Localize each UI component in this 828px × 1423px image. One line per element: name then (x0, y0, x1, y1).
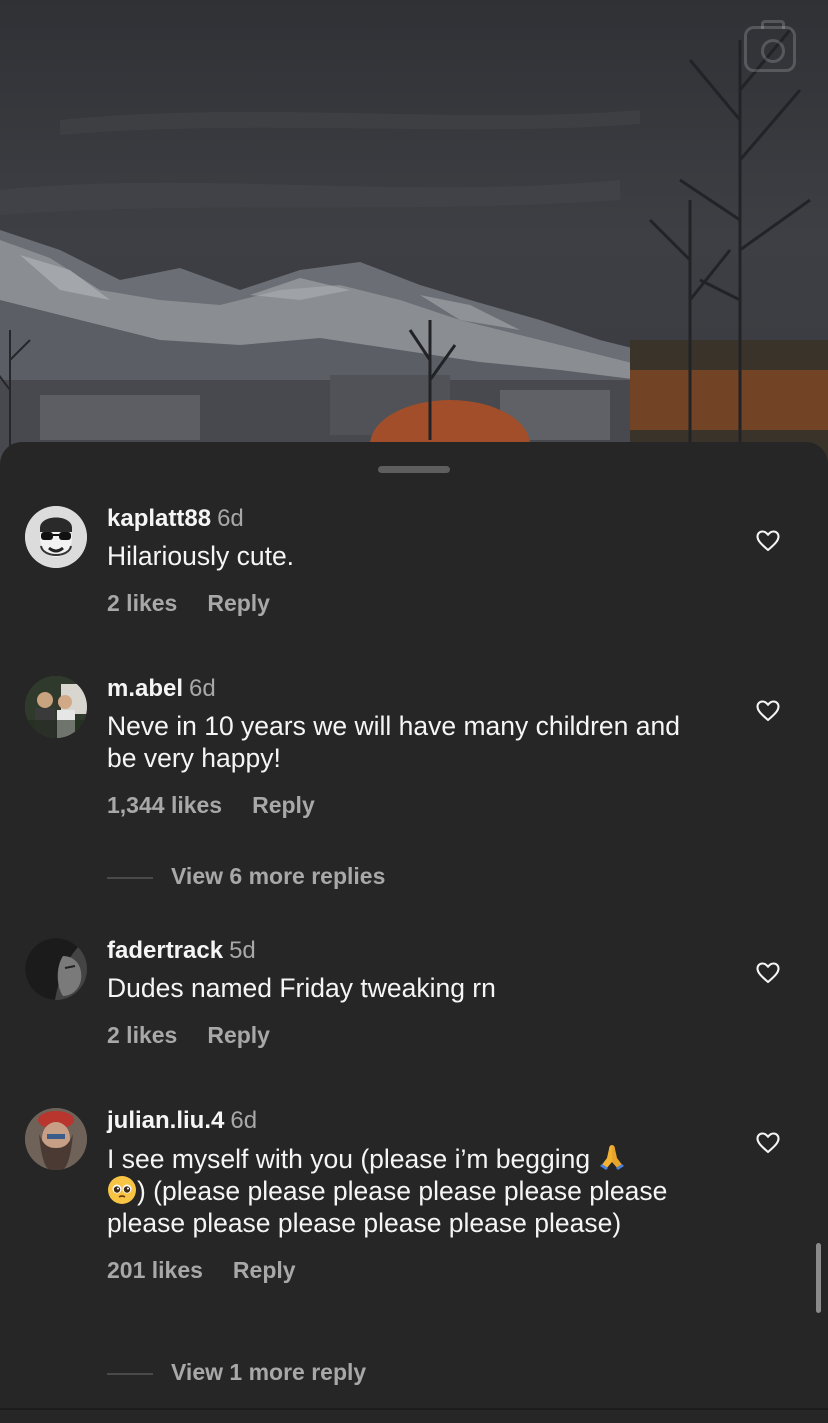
comment-text: I see myself with you (please i’m beggin… (107, 1142, 687, 1239)
divider-line (107, 1372, 153, 1375)
comment-username[interactable]: m.abel (107, 675, 183, 702)
comment-time: 6d (230, 1107, 258, 1134)
folded-hands-emoji-icon (600, 1145, 625, 1170)
comment-likes[interactable]: 1,344 likes (107, 792, 222, 819)
comment-username[interactable]: fadertrack (107, 937, 223, 964)
avatar[interactable] (25, 676, 87, 738)
comment-likes[interactable]: 2 likes (107, 590, 177, 617)
view-more-replies-button[interactable]: View 1 more reply (107, 1359, 366, 1386)
comment-text: Neve in 10 years we will have many child… (107, 711, 680, 773)
reply-button[interactable]: Reply (207, 1022, 270, 1049)
bottom-divider (0, 1408, 828, 1410)
sheet-drag-handle[interactable] (378, 466, 450, 473)
camera-icon-lens (761, 39, 785, 63)
camera-icon[interactable] (744, 20, 796, 72)
camera-icon-top (761, 20, 785, 29)
divider-line (107, 876, 153, 879)
scrollbar[interactable] (816, 1243, 821, 1313)
post-photo (0, 0, 828, 470)
comment-time: 6d (217, 505, 244, 532)
comment-time: 6d (189, 675, 216, 702)
comment-time: 5d (229, 937, 256, 964)
comment-text: Dudes named Friday tweaking rn (107, 973, 496, 1003)
view-more-replies-label: View 1 more reply (171, 1359, 367, 1385)
view-more-replies-button[interactable]: View 6 more replies (107, 863, 385, 890)
heart-outline-icon[interactable] (756, 1132, 780, 1154)
comment-username[interactable]: kaplatt88 (107, 505, 211, 532)
heart-outline-icon[interactable] (756, 700, 780, 722)
winter-landscape-image (0, 0, 828, 470)
comment-text: Hilariously cute. (107, 541, 295, 571)
avatar[interactable] (25, 938, 87, 1000)
view-more-replies-label: View 6 more replies (171, 863, 386, 889)
heart-outline-icon[interactable] (756, 962, 780, 984)
comment-likes[interactable]: 201 likes (107, 1257, 203, 1284)
comment-username[interactable]: julian.liu.4 (107, 1107, 224, 1134)
comment-likes[interactable]: 2 likes (107, 1022, 177, 1049)
reply-button[interactable]: Reply (252, 792, 315, 819)
heart-outline-icon[interactable] (756, 530, 780, 552)
avatar[interactable] (25, 1108, 87, 1170)
avatar[interactable] (25, 506, 87, 568)
pleading-face-emoji-icon (108, 1176, 136, 1204)
comment-text-part1: I see myself with you (please i’m beggin… (107, 1144, 598, 1174)
reply-button[interactable]: Reply (207, 590, 270, 617)
reply-button[interactable]: Reply (233, 1257, 296, 1284)
comment-text-part2: ) (please please please please please pl… (107, 1176, 668, 1238)
